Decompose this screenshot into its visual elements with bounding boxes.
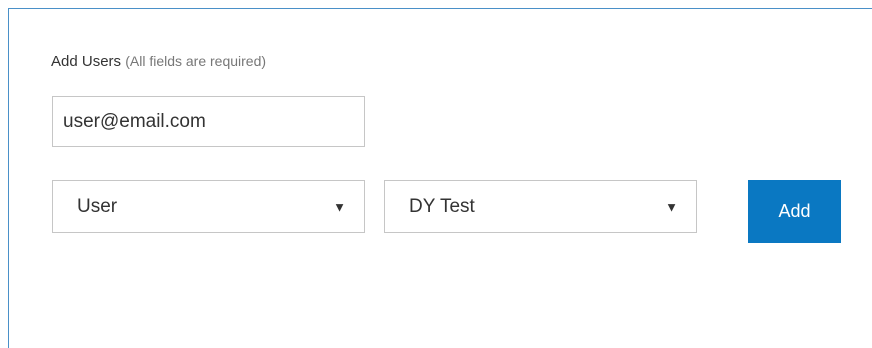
chevron-down-icon: ▼ bbox=[665, 199, 678, 214]
group-select-value: DY Test bbox=[409, 195, 475, 217]
role-select-value: User bbox=[77, 195, 118, 217]
email-input[interactable] bbox=[52, 96, 365, 147]
add-button-label: Add bbox=[778, 201, 811, 221]
group-select[interactable]: DY Test ▼ bbox=[384, 180, 697, 233]
add-button[interactable]: Add bbox=[748, 180, 841, 243]
add-users-title: Add Users bbox=[51, 53, 122, 70]
add-users-heading: Add Users (All fields are required) bbox=[51, 53, 266, 70]
required-note: (All fields are required) bbox=[125, 53, 267, 69]
chevron-down-icon: ▼ bbox=[333, 199, 346, 214]
role-select[interactable]: User ▼ bbox=[52, 180, 365, 233]
